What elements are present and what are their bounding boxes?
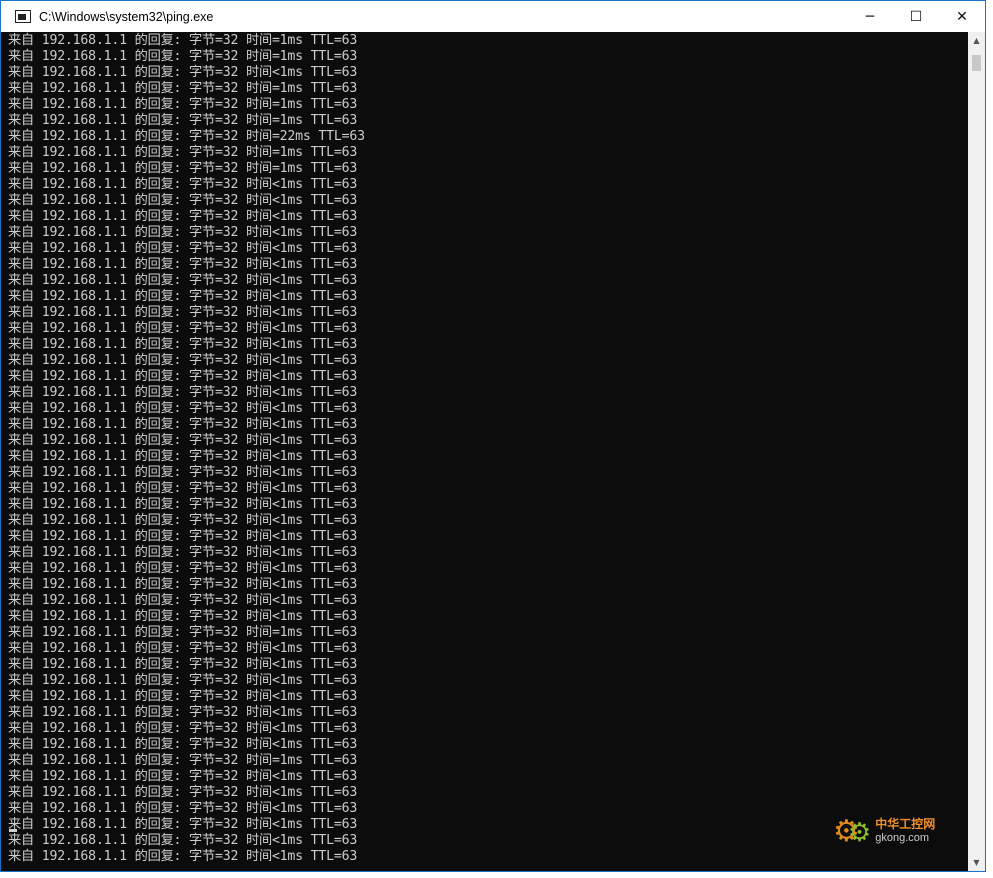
console-line: 来自 192.168.1.1 的回复: 字节=32 时间<1ms TTL=63 [8,417,358,432]
scroll-down-arrow-icon[interactable]: ▼ [968,854,985,871]
console-line: 来自 192.168.1.1 的回复: 字节=32 时间<1ms TTL=63 [8,241,358,256]
scroll-up-arrow-icon[interactable]: ▲ [968,32,985,49]
console-line: 来自 192.168.1.1 的回复: 字节=32 时间<1ms TTL=63 [8,305,358,320]
console-line: 来自 192.168.1.1 的回复: 字节=32 时间<1ms TTL=63 [8,849,358,864]
console-line: 来自 192.168.1.1 的回复: 字节=32 时间<1ms TTL=63 [8,673,358,688]
console-line: 来自 192.168.1.1 的回复: 字节=32 时间=1ms TTL=63 [8,49,358,64]
console-line: 来自 192.168.1.1 的回复: 字节=32 时间=1ms TTL=63 [8,97,358,112]
text-cursor [9,829,17,832]
console-line: 来自 192.168.1.1 的回复: 字节=32 时间<1ms TTL=63 [8,561,358,576]
console-line: 来自 192.168.1.1 的回复: 字节=32 时间=1ms TTL=63 [8,33,358,48]
console-line: 来自 192.168.1.1 的回复: 字节=32 时间<1ms TTL=63 [8,657,358,672]
window-controls: ─ ☐ ✕ [847,1,985,32]
console-line: 来自 192.168.1.1 的回复: 字节=32 时间<1ms TTL=63 [8,497,358,512]
console-line: 来自 192.168.1.1 的回复: 字节=32 时间<1ms TTL=63 [8,801,358,816]
console-line: 来自 192.168.1.1 的回复: 字节=32 时间<1ms TTL=63 [8,257,358,272]
watermark-text: 中华工控网 gkong.com [875,817,935,845]
console-line: 来自 192.168.1.1 的回复: 字节=32 时间<1ms TTL=63 [8,817,358,832]
maximize-button[interactable]: ☐ [893,1,939,32]
console-line: 来自 192.168.1.1 的回复: 字节=32 时间=1ms TTL=63 [8,625,358,640]
window-title: C:\Windows\system32\ping.exe [39,9,214,24]
console-line: 来自 192.168.1.1 的回复: 字节=32 时间<1ms TTL=63 [8,465,358,480]
console-line: 来自 192.168.1.1 的回复: 字节=32 时间<1ms TTL=63 [8,289,358,304]
console-line: 来自 192.168.1.1 的回复: 字节=32 时间<1ms TTL=63 [8,481,358,496]
console-line: 来自 192.168.1.1 的回复: 字节=32 时间<1ms TTL=63 [8,609,358,624]
console-line: 来自 192.168.1.1 的回复: 字节=32 时间<1ms TTL=63 [8,721,358,736]
console-line: 来自 192.168.1.1 的回复: 字节=32 时间<1ms TTL=63 [8,513,358,528]
console-line: 来自 192.168.1.1 的回复: 字节=32 时间<1ms TTL=63 [8,705,358,720]
console-line: 来自 192.168.1.1 的回复: 字节=32 时间<1ms TTL=63 [8,337,358,352]
console-line: 来自 192.168.1.1 的回复: 字节=32 时间<1ms TTL=63 [8,321,358,336]
close-button[interactable]: ✕ [939,1,985,32]
console-line: 来自 192.168.1.1 的回复: 字节=32 时间<1ms TTL=63 [8,401,358,416]
gears-icon: ⚙⚙ [833,813,872,849]
console-line: 来自 192.168.1.1 的回复: 字节=32 时间<1ms TTL=63 [8,577,358,592]
console-line: 来自 192.168.1.1 的回复: 字节=32 时间<1ms TTL=63 [8,737,358,752]
console-line: 来自 192.168.1.1 的回复: 字节=32 时间<1ms TTL=63 [8,545,358,560]
console-line: 来自 192.168.1.1 的回复: 字节=32 时间=1ms TTL=63 [8,113,358,128]
console-line: 来自 192.168.1.1 的回复: 字节=32 时间<1ms TTL=63 [8,641,358,656]
console-line: 来自 192.168.1.1 的回复: 字节=32 时间<1ms TTL=63 [8,65,358,80]
console-line: 来自 192.168.1.1 的回复: 字节=32 时间<1ms TTL=63 [8,225,358,240]
console-line: 来自 192.168.1.1 的回复: 字节=32 时间<1ms TTL=63 [8,209,358,224]
console-output[interactable]: 来自 192.168.1.1 的回复: 字节=32 时间=1ms TTL=63 来… [1,32,968,871]
console-line: 来自 192.168.1.1 的回复: 字节=32 时间<1ms TTL=63 [8,369,358,384]
console-line: 来自 192.168.1.1 的回复: 字节=32 时间<1ms TTL=63 [8,833,358,848]
scrollbar-thumb[interactable] [972,55,981,71]
console-line: 来自 192.168.1.1 的回复: 字节=32 时间<1ms TTL=63 [8,273,358,288]
console-line: 来自 192.168.1.1 的回复: 字节=32 时间<1ms TTL=63 [8,433,358,448]
console-line: 来自 192.168.1.1 的回复: 字节=32 时间<1ms TTL=63 [8,529,358,544]
console-line: 来自 192.168.1.1 的回复: 字节=32 时间<1ms TTL=63 [8,769,358,784]
console-line: 来自 192.168.1.1 的回复: 字节=32 时间<1ms TTL=63 [8,193,358,208]
console-line: 来自 192.168.1.1 的回复: 字节=32 时间<1ms TTL=63 [8,785,358,800]
console-app-icon[interactable] [15,10,31,23]
title-bar[interactable]: C:\Windows\system32\ping.exe ─ ☐ ✕ [1,1,985,32]
console-line: 来自 192.168.1.1 的回复: 字节=32 时间=1ms TTL=63 [8,753,358,768]
watermark-domain: gkong.com [875,832,930,844]
console-line: 来自 192.168.1.1 的回复: 字节=32 时间=1ms TTL=63 [8,161,358,176]
console-line: 来自 192.168.1.1 的回复: 字节=32 时间<1ms TTL=63 [8,177,358,192]
console-window: C:\Windows\system32\ping.exe ─ ☐ ✕ 来自 19… [0,0,986,872]
console-line: 来自 192.168.1.1 的回复: 字节=32 时间<1ms TTL=63 [8,593,358,608]
console-line: 来自 192.168.1.1 的回复: 字节=32 时间<1ms TTL=63 [8,353,358,368]
watermark-logo: ⚙⚙ 中华工控网 gkong.com [833,805,963,857]
console-line: 来自 192.168.1.1 的回复: 字节=32 时间=1ms TTL=63 [8,81,358,96]
watermark-site-name: 中华工控网 [875,817,936,831]
console-line: 来自 192.168.1.1 的回复: 字节=32 时间<1ms TTL=63 [8,449,358,464]
console-line: 来自 192.168.1.1 的回复: 字节=32 时间=22ms TTL=63 [8,129,365,144]
console-line: 来自 192.168.1.1 的回复: 字节=32 时间=1ms TTL=63 [8,145,358,160]
console-line: 来自 192.168.1.1 的回复: 字节=32 时间<1ms TTL=63 [8,689,358,704]
minimize-button[interactable]: ─ [847,1,893,32]
console-line: 来自 192.168.1.1 的回复: 字节=32 时间<1ms TTL=63 [8,385,358,400]
vertical-scrollbar[interactable]: ▲ ▼ [968,32,985,871]
